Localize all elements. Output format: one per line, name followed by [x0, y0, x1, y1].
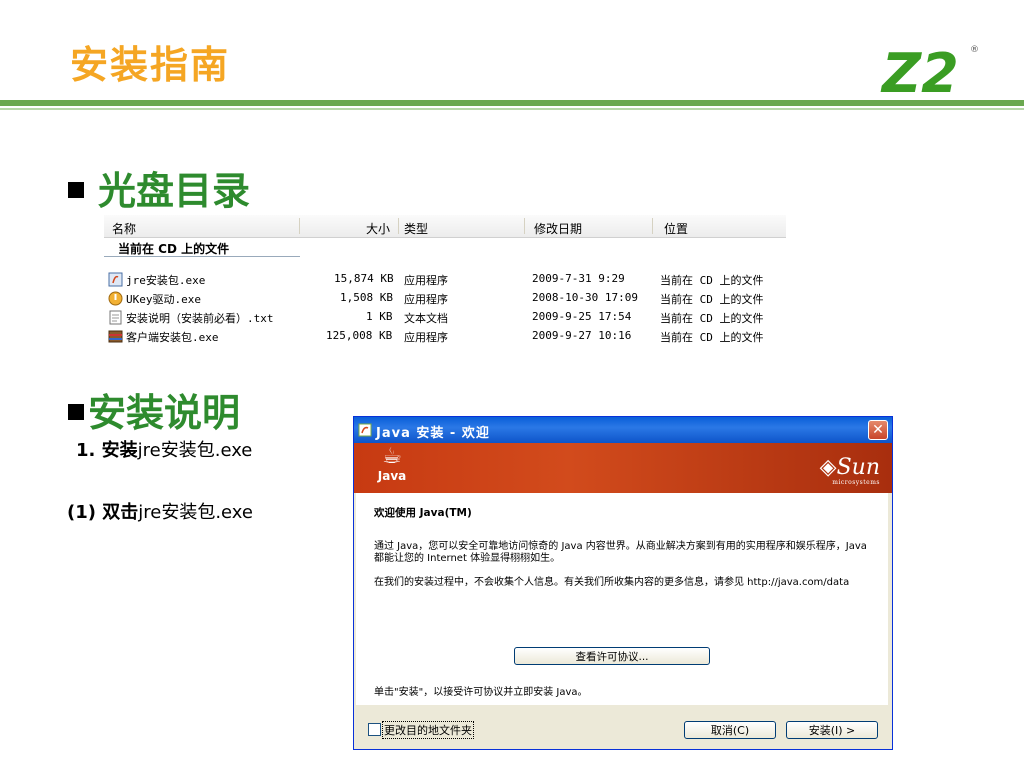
cd-directory-heading: 光盘目录 [68, 160, 250, 215]
column-header-row: 名称 大小 类型 修改日期 位置 [104, 215, 786, 238]
bullet-square-icon [68, 181, 84, 198]
install-instructions-heading: 安装说明 [68, 382, 240, 437]
file-name: UKey驱动.exe [126, 293, 201, 306]
welcome-heading: 欢迎使用 Java(TM) [374, 507, 472, 519]
sun-logo: ◈Sun microsystems [819, 455, 880, 486]
install-instructions-heading-text: 安装说明 [88, 391, 241, 435]
file-modified: 2008-10-30 17:09 [532, 291, 638, 304]
header-divider-thin [0, 108, 1024, 110]
step-1-1-number: (1) [67, 502, 103, 523]
file-type: 文本文档 [404, 312, 448, 325]
step-1-1-verb: 双击 [102, 502, 139, 523]
logo-text: Z2 [880, 42, 959, 100]
column-separator[interactable] [652, 218, 653, 234]
file-location: 当前在 CD 上的文件 [660, 293, 764, 306]
file-location: 当前在 CD 上的文件 [660, 331, 764, 344]
privacy-paragraph: 在我们的安装过程中，不会收集个人信息。有关我们所收集内容的更多信息，请参见 ht… [374, 577, 850, 588]
column-header-type[interactable]: 类型 [404, 220, 428, 237]
column-separator[interactable] [299, 218, 300, 234]
header-divider [0, 100, 1024, 106]
intro-paragraph: 通过 Java，您可以安全可靠地访问惊奇的 Java 内容世界。从商业解决方案到… [374, 541, 867, 564]
java-banner: ☕ Java ◈Sun microsystems [354, 443, 892, 493]
file-size: 15,874 KB [334, 272, 394, 285]
dialog-title: Java 安装 - 欢迎 [376, 426, 490, 441]
java-setup-dialog: Java 安装 - 欢迎 ✕ ☕ Java ◈Sun microsystems … [353, 416, 893, 750]
column-header-name[interactable]: 名称 [112, 220, 136, 237]
file-row[interactable]: UKey驱动.exe 1,508 KB 应用程序 2008-10-30 17:0… [104, 289, 786, 308]
java-logo: ☕ Java [372, 445, 412, 491]
file-type: 应用程序 [404, 293, 448, 306]
group-divider [104, 256, 300, 257]
cancel-button[interactable]: 取消(C) [684, 721, 776, 739]
file-size: 1 KB [366, 310, 393, 323]
column-header-size[interactable]: 大小 [366, 220, 390, 237]
file-name: 安装说明（安装前必看）.txt [126, 312, 274, 325]
step-1-number: 1. [76, 440, 102, 461]
java-installer-icon [108, 272, 123, 287]
step-1: 1. 安装jre安装包.exe [76, 436, 252, 462]
ukey-driver-icon [108, 291, 123, 306]
cd-directory-heading-text: 光盘目录 [98, 169, 251, 213]
registered-mark: ® [970, 45, 979, 55]
sun-logo-subtext: microsystems [832, 479, 880, 486]
text-document-icon [109, 310, 122, 325]
file-row[interactable]: 安装说明（安装前必看）.txt 1 KB 文本文档 2009-9-25 17:5… [104, 308, 786, 327]
file-size: 1,508 KB [340, 291, 393, 304]
file-name: jre安装包.exe [126, 274, 206, 287]
archive-installer-icon [108, 330, 123, 343]
change-folder-label[interactable]: 更改目的地文件夹 [382, 721, 474, 739]
file-location: 当前在 CD 上的文件 [660, 274, 764, 287]
step-1-1: (1) 双击jre安装包.exe [67, 498, 253, 524]
file-name: 客户端安装包.exe [126, 331, 219, 344]
step-1-verb: 安装 [101, 440, 138, 461]
install-note: 单击"安装"，以接受许可协议并立即安装 Java。 [374, 687, 588, 698]
file-size: 125,008 KB [326, 329, 393, 342]
step-1-target: jre安装包.exe [137, 440, 253, 461]
step-1-1-target: jre安装包.exe [138, 502, 253, 523]
dialog-content: 欢迎使用 Java(TM) 通过 Java，您可以安全可靠地访问惊奇的 Java… [356, 493, 888, 705]
file-listing: 名称 大小 类型 修改日期 位置 当前在 CD 上的文件 jre安装包.exe … [104, 215, 786, 350]
file-modified: 2009-9-27 10:16 [532, 329, 632, 342]
sun-diamond-icon: ◈ [819, 455, 837, 480]
install-button[interactable]: 安装(I) > [786, 721, 878, 739]
sun-logo-text: Sun [836, 455, 880, 480]
z2-logo: Z2 ® [880, 42, 979, 100]
file-row[interactable]: jre安装包.exe 15,874 KB 应用程序 2009-7-31 9:29… [104, 270, 786, 289]
column-separator[interactable] [398, 218, 399, 234]
java-cup-icon: ☕ [382, 444, 402, 469]
file-location: 当前在 CD 上的文件 [660, 312, 764, 325]
column-separator[interactable] [524, 218, 525, 234]
java-setup-icon [358, 423, 372, 437]
java-logo-text: Java [377, 469, 407, 483]
close-icon[interactable]: ✕ [868, 420, 888, 440]
file-modified: 2009-9-25 17:54 [532, 310, 632, 323]
bullet-square-icon [68, 403, 84, 420]
file-modified: 2009-7-31 9:29 [532, 272, 625, 285]
dialog-title-bar[interactable]: Java 安装 - 欢迎 ✕ [354, 417, 892, 443]
view-license-button[interactable]: 查看许可协议... [514, 647, 710, 665]
dialog-footer: 更改目的地文件夹 取消(C) 安装(I) > [354, 707, 892, 749]
group-header: 当前在 CD 上的文件 [118, 242, 230, 256]
column-header-location[interactable]: 位置 [664, 220, 688, 237]
file-row[interactable]: 客户端安装包.exe 125,008 KB 应用程序 2009-9-27 10:… [104, 327, 786, 346]
file-type: 应用程序 [404, 274, 448, 287]
file-type: 应用程序 [404, 331, 448, 344]
slide-title: 安装指南 [70, 43, 231, 87]
column-header-modified[interactable]: 修改日期 [534, 220, 582, 237]
change-folder-checkbox[interactable] [368, 723, 381, 736]
